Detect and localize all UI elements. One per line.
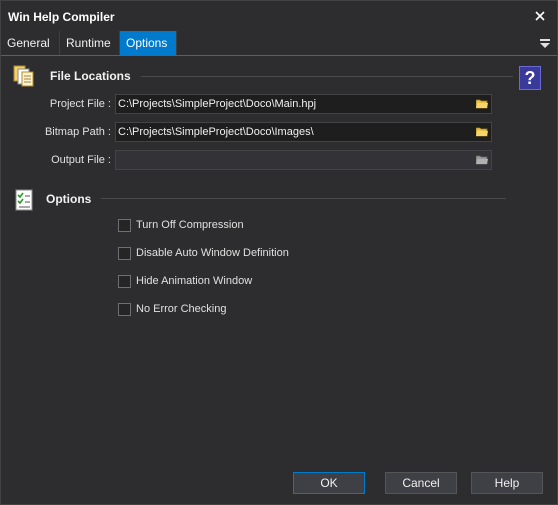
- tab-options[interactable]: Options: [120, 31, 177, 55]
- close-button[interactable]: [529, 5, 551, 27]
- tab-general[interactable]: General: [1, 31, 60, 55]
- checkbox-box[interactable]: [118, 218, 131, 232]
- checkbox-label: No Error Checking: [136, 303, 227, 315]
- help-button[interactable]: Help: [471, 472, 543, 494]
- file-locations-title: File Locations: [50, 69, 131, 83]
- checkbox-label: Hide Animation Window: [136, 275, 253, 287]
- checkbox-label: Turn Off Compression: [136, 219, 244, 231]
- folder-browse-icon: [476, 99, 488, 109]
- output-file-label: Output File :: [51, 154, 111, 166]
- output-file-field: [115, 150, 492, 170]
- window-title: Win Help Compiler: [8, 10, 115, 24]
- title-bar: Win Help Compiler: [1, 1, 557, 31]
- project-file-browse-button[interactable]: [474, 96, 490, 112]
- tab-bar: General Runtime Options: [1, 31, 557, 56]
- hide-animation-window-checkbox[interactable]: Hide Animation Window: [118, 273, 252, 289]
- project-file-field: [115, 94, 492, 114]
- ok-button[interactable]: OK: [293, 472, 365, 494]
- options-checklist-icon: [12, 188, 36, 215]
- dialog-window: Win Help Compiler General Runtime Option…: [0, 0, 558, 505]
- folder-browse-icon: [476, 155, 488, 165]
- options-title: Options: [46, 192, 92, 206]
- checkbox-label: Disable Auto Window Definition: [136, 247, 289, 259]
- close-icon: [535, 11, 545, 21]
- tab-runtime[interactable]: Runtime: [60, 31, 120, 55]
- disable-auto-window-definition-checkbox[interactable]: Disable Auto Window Definition: [118, 245, 289, 261]
- checkbox-box[interactable]: [118, 302, 131, 316]
- turn-off-compression-checkbox[interactable]: Turn Off Compression: [118, 217, 244, 233]
- no-error-checking-checkbox[interactable]: No Error Checking: [118, 301, 226, 317]
- tab-menu-button[interactable]: [539, 37, 551, 49]
- tab-menu-icon: [540, 39, 550, 48]
- bitmap-path-input[interactable]: [116, 123, 472, 141]
- file-locations-divider: [141, 76, 513, 77]
- options-divider: [101, 198, 506, 199]
- output-file-input[interactable]: [116, 151, 472, 169]
- cancel-button[interactable]: Cancel: [385, 472, 457, 494]
- help-icon-button[interactable]: ?: [519, 66, 541, 90]
- project-file-input[interactable]: [116, 95, 472, 113]
- bitmap-path-label: Bitmap Path :: [44, 126, 111, 138]
- output-file-browse-button[interactable]: [474, 152, 490, 168]
- checkbox-box[interactable]: [118, 274, 131, 288]
- bitmap-path-field: [115, 122, 492, 142]
- file-locations-icon: [12, 64, 36, 91]
- help-icon: ?: [524, 68, 536, 88]
- folder-browse-icon: [476, 127, 488, 137]
- project-file-label: Project File :: [49, 98, 111, 110]
- bitmap-path-browse-button[interactable]: [474, 124, 490, 140]
- checkbox-box[interactable]: [118, 246, 131, 260]
